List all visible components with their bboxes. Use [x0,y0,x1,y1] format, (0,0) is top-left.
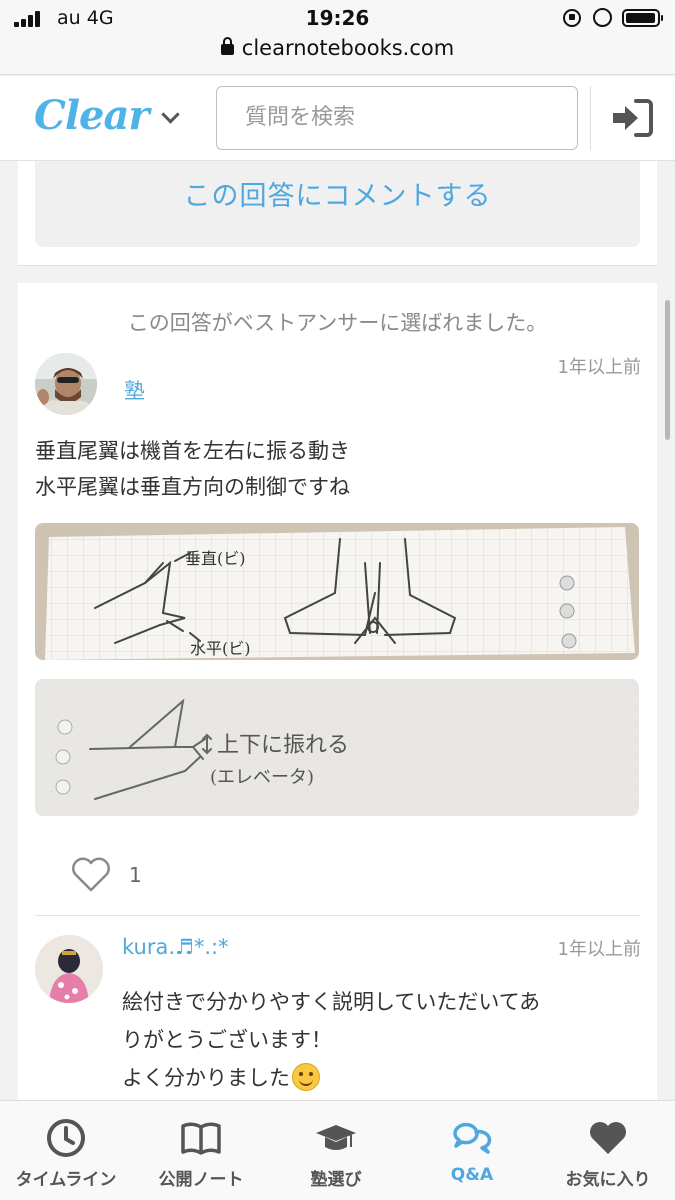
clock-icon [47,1119,85,1157]
rotation-lock-icon [563,9,581,27]
like-count: 1 [129,863,142,887]
login-icon[interactable] [610,98,654,138]
comment-line-wrapper: よく分かりました [122,1059,642,1097]
clear-logo[interactable]: Clear [34,92,149,139]
graduation-cap-icon [316,1125,356,1150]
search-input[interactable]: 質問を検索 [216,86,578,150]
sketch-label-elevator: (エレベータ) [210,767,315,788]
address-bar[interactable]: clearnotebooks.com [0,36,675,60]
heart-icon [590,1122,626,1154]
tab-label: タイムライン [15,1170,117,1190]
chat-bubbles-icon [453,1122,492,1154]
tab-public-notes[interactable]: 公開ノート [135,1101,267,1200]
commenter-username[interactable]: kura.♬*.:* [122,935,229,959]
tab-qa[interactable]: Q&A [406,1101,538,1200]
tab-label: お気に入り [565,1170,651,1190]
battery-icon [622,9,663,27]
sketch-label-vertical: 垂直(ビ) [185,549,246,568]
previous-answer-card: この回答にコメントする [18,161,657,266]
header-divider [590,86,591,150]
comment-line: りがとうございます！ [122,1028,332,1052]
answer-image-1[interactable]: 垂直(ビ) 水平(ビ) [35,523,639,660]
best-answer-card: この回答がベストアンサーに選ばれました。 塾 1年以上前 垂直尾翼は機首を左右に… [18,283,657,1113]
tab-label: Q&A [450,1165,494,1185]
answer-timestamp: 1年以上前 [557,357,641,378]
app-header: Clear 質問を検索 [0,76,675,161]
comment-timestamp: 1年以上前 [557,939,641,960]
sketch-label-up-down: 上下に振れる [217,733,350,758]
best-answer-label: この回答がベストアンサーに選ばれました。 [127,311,548,335]
alarm-icon [593,8,612,27]
comment-body: 絵付きで分かりやすく説明していただいてあ りがとうございます！ よく分かりました [122,983,642,1097]
answerer-avatar[interactable] [35,353,97,415]
sketch-label-horizontal: 水平(ビ) [190,639,251,658]
tab-favorites[interactable]: お気に入り [541,1101,675,1200]
url-text: clearnotebooks.com [241,36,455,60]
lock-icon [220,37,234,55]
tab-label: 公開ノート [158,1170,244,1190]
comment-line: 絵付きで分かりやすく説明していただいてあ [122,990,541,1014]
answer-body: 垂直尾翼は機首を左右に振る動き 水平尾翼は垂直方向の制御ですね [35,433,350,505]
tab-cram-school[interactable]: 塾選び [270,1101,402,1200]
answer-line: 垂直尾翼は機首を左右に振る動き [35,439,350,463]
scrollbar[interactable] [665,300,670,440]
answer-line: 水平尾翼は垂直方向の制御ですね [35,475,350,499]
answerer-username[interactable]: 塾 [124,375,145,405]
commenter-avatar[interactable] [35,935,103,1003]
tab-label: 塾選び [310,1170,362,1190]
divider [35,915,640,916]
comment-line: よく分かりました [122,1066,290,1090]
smiling-face-emoji [292,1063,320,1091]
status-bar: au 4G 19:26 clearnotebooks.com [0,0,675,75]
book-icon [181,1122,221,1155]
bottom-tab-bar: タイムライン 公開ノート 塾選び Q&A お気に入り [0,1100,675,1200]
tab-timeline[interactable]: タイムライン [0,1101,132,1200]
answer-image-2[interactable]: 上下に振れる (エレベータ) [35,679,639,816]
like-heart-icon[interactable] [70,855,112,893]
comment-on-answer-button[interactable]: この回答にコメントする [35,161,640,247]
chevron-down-icon[interactable] [161,105,180,124]
